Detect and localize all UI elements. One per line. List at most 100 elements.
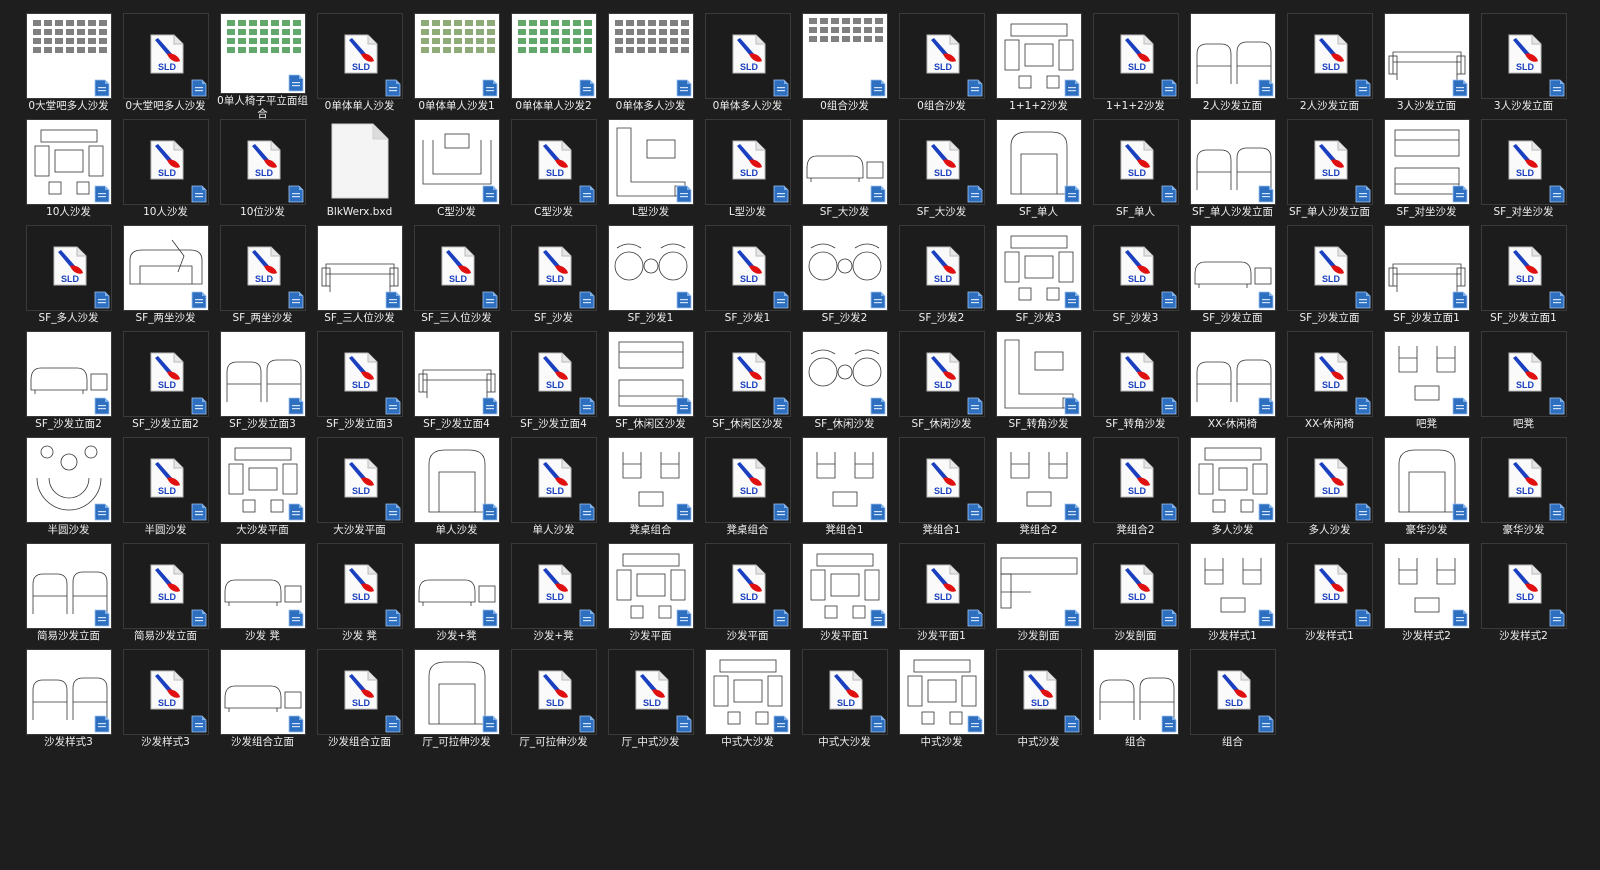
- file-item[interactable]: SLD 凳组合1: [893, 437, 990, 543]
- file-item[interactable]: SLD 0大堂吧多人沙发: [117, 13, 214, 119]
- file-item[interactable]: SLD SF_单人沙发立面: [1281, 119, 1378, 225]
- file-item[interactable]: SLD SF_沙发立面1: [1475, 225, 1572, 331]
- file-item[interactable]: 0组合沙发: [796, 13, 893, 119]
- file-item[interactable]: SLD 沙发样式2: [1475, 543, 1572, 649]
- file-item[interactable]: SLD 沙发 凳: [311, 543, 408, 649]
- file-item[interactable]: 厅_可拉伸沙发: [408, 649, 505, 755]
- file-item[interactable]: 1+1+2沙发: [990, 13, 1087, 119]
- file-item[interactable]: SLD 中式大沙发: [796, 649, 893, 755]
- file-item[interactable]: SF_休闲区沙发: [602, 331, 699, 437]
- file-item[interactable]: SLD 半圆沙发: [117, 437, 214, 543]
- file-item[interactable]: SF_转角沙发: [990, 331, 1087, 437]
- file-item[interactable]: 豪华沙发: [1378, 437, 1475, 543]
- file-item[interactable]: SLD SF_沙发立面: [1281, 225, 1378, 331]
- file-item[interactable]: 简易沙发立面: [20, 543, 117, 649]
- file-item[interactable]: SLD 组合: [1184, 649, 1281, 755]
- file-item[interactable]: L型沙发: [602, 119, 699, 225]
- file-item[interactable]: 沙发样式1: [1184, 543, 1281, 649]
- file-item[interactable]: SLD 多人沙发: [1281, 437, 1378, 543]
- file-item[interactable]: 沙发平面1: [796, 543, 893, 649]
- file-item[interactable]: SLD 厅_中式沙发: [602, 649, 699, 755]
- file-item[interactable]: SLD 沙发剖面: [1087, 543, 1184, 649]
- file-item[interactable]: SLD SF_沙发: [505, 225, 602, 331]
- file-item[interactable]: SF_沙发1: [602, 225, 699, 331]
- file-item[interactable]: 吧凳: [1378, 331, 1475, 437]
- file-item[interactable]: SF_沙发2: [796, 225, 893, 331]
- file-item[interactable]: SLD 2人沙发立面: [1281, 13, 1378, 119]
- file-item[interactable]: SLD 单人沙发: [505, 437, 602, 543]
- file-item[interactable]: SLD 沙发样式1: [1281, 543, 1378, 649]
- file-item[interactable]: 沙发+凳: [408, 543, 505, 649]
- file-item[interactable]: 沙发 凳: [214, 543, 311, 649]
- file-item[interactable]: 组合: [1087, 649, 1184, 755]
- file-item[interactable]: 2人沙发立面: [1184, 13, 1281, 119]
- file-item[interactable]: 凳组合2: [990, 437, 1087, 543]
- file-item[interactable]: SLD 吧凳: [1475, 331, 1572, 437]
- file-item[interactable]: SLD SF_转角沙发: [1087, 331, 1184, 437]
- file-item[interactable]: SLD SF_休闲区沙发: [699, 331, 796, 437]
- file-item[interactable]: SLD 10位沙发: [214, 119, 311, 225]
- file-item[interactable]: SLD SF_沙发立面2: [117, 331, 214, 437]
- file-item[interactable]: SLD 沙发平面1: [893, 543, 990, 649]
- file-item[interactable]: SLD 中式沙发: [990, 649, 1087, 755]
- file-item[interactable]: SLD 1+1+2沙发: [1087, 13, 1184, 119]
- file-item[interactable]: SLD SF_对坐沙发: [1475, 119, 1572, 225]
- file-item[interactable]: SF_对坐沙发: [1378, 119, 1475, 225]
- file-item[interactable]: SF_沙发3: [990, 225, 1087, 331]
- file-item[interactable]: 0单人椅子平立面组合: [214, 13, 311, 119]
- file-item[interactable]: SLD 沙发+凳: [505, 543, 602, 649]
- file-item[interactable]: XX-休闲椅: [1184, 331, 1281, 437]
- file-item[interactable]: SLD 沙发组合立面: [311, 649, 408, 755]
- file-item[interactable]: SLD 10人沙发: [117, 119, 214, 225]
- file-item[interactable]: SLD SF_休闲沙发: [893, 331, 990, 437]
- file-item[interactable]: SLD XX-休闲椅: [1281, 331, 1378, 437]
- file-item[interactable]: SF_沙发立面3: [214, 331, 311, 437]
- file-item[interactable]: 3人沙发立面: [1378, 13, 1475, 119]
- file-item[interactable]: SLD SF_两坐沙发: [214, 225, 311, 331]
- file-item[interactable]: SF_两坐沙发: [117, 225, 214, 331]
- file-item[interactable]: SF_单人沙发立面: [1184, 119, 1281, 225]
- file-item[interactable]: 中式沙发: [893, 649, 990, 755]
- file-item[interactable]: SF_沙发立面4: [408, 331, 505, 437]
- file-item[interactable]: 10人沙发: [20, 119, 117, 225]
- file-item[interactable]: BlkWerx.bxd: [311, 119, 408, 225]
- file-item[interactable]: SLD SF_大沙发: [893, 119, 990, 225]
- file-item[interactable]: 半圆沙发: [20, 437, 117, 543]
- file-item[interactable]: SLD SF_单人: [1087, 119, 1184, 225]
- file-item[interactable]: SLD 3人沙发立面: [1475, 13, 1572, 119]
- file-item[interactable]: 0单体多人沙发: [602, 13, 699, 119]
- file-item[interactable]: 沙发剖面: [990, 543, 1087, 649]
- file-item[interactable]: 沙发样式2: [1378, 543, 1475, 649]
- file-item[interactable]: 0大堂吧多人沙发: [20, 13, 117, 119]
- file-item[interactable]: SLD SF_沙发1: [699, 225, 796, 331]
- file-item[interactable]: 凳组合1: [796, 437, 893, 543]
- file-item[interactable]: SLD C型沙发: [505, 119, 602, 225]
- file-item[interactable]: SLD SF_三人位沙发: [408, 225, 505, 331]
- file-item[interactable]: SF_沙发立面2: [20, 331, 117, 437]
- file-item[interactable]: SF_沙发立面1: [1378, 225, 1475, 331]
- file-item[interactable]: 0单体单人沙发2: [505, 13, 602, 119]
- file-item[interactable]: SLD L型沙发: [699, 119, 796, 225]
- file-item[interactable]: SLD SF_沙发立面4: [505, 331, 602, 437]
- file-item[interactable]: SF_大沙发: [796, 119, 893, 225]
- file-item[interactable]: SLD SF_沙发2: [893, 225, 990, 331]
- file-item[interactable]: 多人沙发: [1184, 437, 1281, 543]
- file-item[interactable]: SF_单人: [990, 119, 1087, 225]
- file-item[interactable]: 单人沙发: [408, 437, 505, 543]
- file-item[interactable]: 0单体单人沙发1: [408, 13, 505, 119]
- file-item[interactable]: 沙发组合立面: [214, 649, 311, 755]
- file-item[interactable]: SLD 凳桌组合: [699, 437, 796, 543]
- file-item[interactable]: SLD 沙发样式3: [117, 649, 214, 755]
- file-item[interactable]: C型沙发: [408, 119, 505, 225]
- file-item[interactable]: SLD 凳组合2: [1087, 437, 1184, 543]
- file-item[interactable]: SLD 沙发平面: [699, 543, 796, 649]
- file-item[interactable]: 沙发样式3: [20, 649, 117, 755]
- file-item[interactable]: SF_三人位沙发: [311, 225, 408, 331]
- file-item[interactable]: SLD 大沙发平面: [311, 437, 408, 543]
- file-item[interactable]: SLD SF_沙发立面3: [311, 331, 408, 437]
- file-item[interactable]: 凳桌组合: [602, 437, 699, 543]
- file-item[interactable]: SLD 0单体单人沙发: [311, 13, 408, 119]
- file-item[interactable]: SLD 厅_可拉伸沙发: [505, 649, 602, 755]
- file-item[interactable]: SLD SF_多人沙发: [20, 225, 117, 331]
- file-item[interactable]: SLD 简易沙发立面: [117, 543, 214, 649]
